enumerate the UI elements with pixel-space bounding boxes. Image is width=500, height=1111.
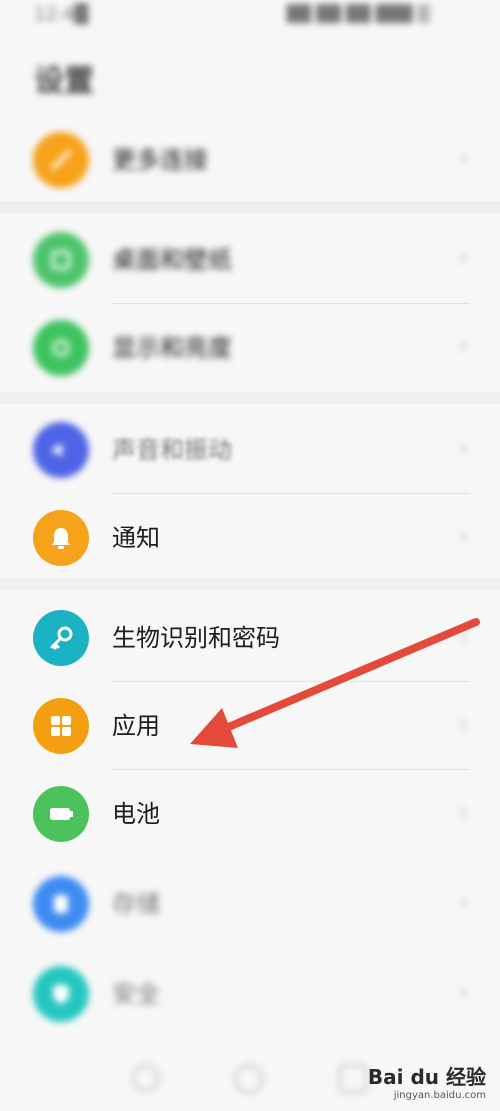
sound-icon (33, 422, 89, 478)
recents-nav-icon[interactable] (338, 1064, 368, 1094)
settings-item-label: 桌面和壁纸 (112, 246, 232, 274)
settings-item-biometrics-password[interactable]: 生物识别和密码 › (0, 594, 500, 682)
settings-item-security[interactable]: 安全 › (0, 950, 500, 1038)
chevron-right-icon: › (459, 334, 468, 359)
settings-item-sound-vibration[interactable]: 声音和振动 › (0, 406, 500, 494)
settings-item-desktop-wallpaper[interactable]: 桌面和壁纸 › (0, 216, 500, 304)
chevron-right-icon: › (459, 980, 468, 1005)
settings-item-label: 通知 (112, 524, 160, 552)
status-time: 12:4█ (34, 4, 89, 25)
settings-item-label: 生物识别和密码 (112, 624, 280, 652)
settings-item-display-brightness[interactable]: 显示和亮度 › (0, 304, 500, 392)
page-title: 设置 (34, 64, 94, 99)
watermark-logo: Bai du 经验 jingyan.baidu.com (368, 1061, 486, 1101)
settings-item-label: 更多连接 (112, 146, 208, 174)
chevron-right-icon: › (459, 712, 468, 737)
settings-item-more-connections[interactable]: 更多连接 › (0, 116, 500, 204)
home-nav-icon[interactable] (234, 1064, 264, 1094)
storage-icon (33, 876, 89, 932)
brightness-icon (33, 320, 89, 376)
back-nav-icon[interactable] (132, 1064, 160, 1092)
chevron-right-icon: › (459, 800, 468, 825)
chevron-right-icon: › (459, 146, 468, 171)
settings-item-battery[interactable]: 电池 › (0, 770, 500, 858)
chevron-right-icon: › (459, 246, 468, 271)
shield-icon (33, 966, 89, 1022)
key-icon (33, 610, 89, 666)
status-indicators: ██ ██ ██ ███ ▒ (286, 4, 430, 23)
settings-item-label: 应用 (112, 712, 160, 740)
link-icon (33, 132, 89, 188)
settings-item-apps[interactable]: 应用 › (0, 682, 500, 770)
battery-icon (33, 786, 89, 842)
apps-grid-icon (33, 698, 89, 754)
chevron-right-icon: › (459, 436, 468, 461)
settings-item-label: 存储 (112, 890, 160, 918)
watermark-url: jingyan.baidu.com (393, 1090, 486, 1101)
settings-item-label: 安全 (112, 980, 160, 1008)
watermark-brand: Bai du 经验 (367, 1065, 486, 1089)
chevron-right-icon: › (459, 524, 468, 549)
settings-item-label: 电池 (112, 800, 160, 828)
group-divider (0, 392, 500, 404)
status-bar: 12:4█ ██ ██ ██ ███ ▒ (0, 0, 500, 36)
settings-item-notifications[interactable]: 通知 › (0, 494, 500, 582)
settings-item-storage[interactable]: 存储 › (0, 860, 500, 948)
settings-item-label: 显示和亮度 (112, 334, 232, 362)
settings-item-label: 声音和振动 (112, 436, 232, 464)
chevron-right-icon: › (459, 890, 468, 915)
chevron-right-icon: › (459, 624, 468, 649)
wallpaper-icon (33, 232, 89, 288)
bell-icon (33, 510, 89, 566)
